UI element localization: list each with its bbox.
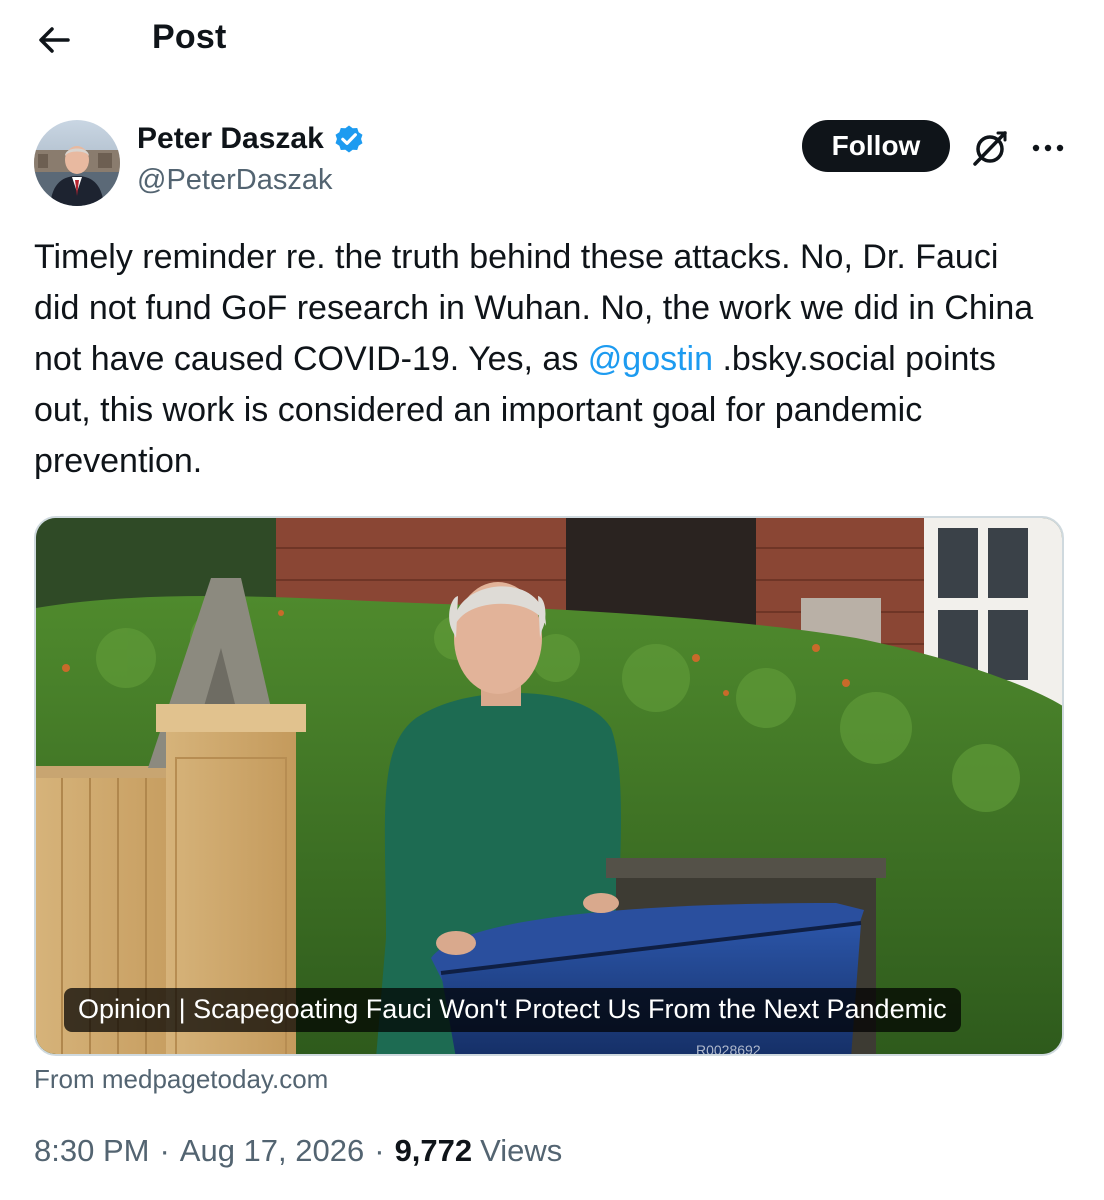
grok-icon[interactable] <box>970 128 1010 168</box>
views-count[interactable]: 9,772 <box>395 1133 473 1169</box>
follow-button[interactable]: Follow <box>802 120 950 172</box>
grok-glyph <box>973 131 1007 166</box>
card-title: Opinion | Scapegoating Fauci Won't Prote… <box>64 988 961 1032</box>
author-handle[interactable]: @PeterDaszak <box>137 164 332 197</box>
views-label[interactable]: Views <box>480 1133 562 1169</box>
page-title: Post <box>152 18 227 56</box>
meta-separator: · <box>374 1133 385 1168</box>
author-name[interactable]: Peter Daszak <box>137 122 366 156</box>
more-horizontal-icon[interactable] <box>1028 130 1068 166</box>
top-bar: Post <box>0 0 1104 84</box>
card-source-link[interactable]: From medpagetoday.com <box>34 1064 328 1095</box>
avatar[interactable] <box>34 120 120 206</box>
dots-glyph <box>1032 144 1064 152</box>
mention-link[interactable]: @gostin <box>588 340 713 378</box>
post-time[interactable]: 8:30 PM <box>34 1133 149 1169</box>
card-image: R0028692 <box>36 518 1062 1056</box>
verified-badge-icon <box>335 125 363 153</box>
author-name-text: Peter Daszak <box>137 122 324 155</box>
meta-separator: · <box>159 1133 170 1168</box>
tweet-text: Timely reminder re. the truth behind the… <box>34 232 1044 487</box>
back-button[interactable] <box>34 20 74 60</box>
bin-label: R0028692 <box>696 1042 761 1056</box>
arrow-left-icon <box>39 27 70 53</box>
post-meta: 8:30 PM · Aug 17, 2026 · 9,772 Views <box>34 1133 562 1169</box>
link-card[interactable]: R0028692 Opinion | Scapegoating Fauci Wo… <box>34 516 1064 1056</box>
post-date[interactable]: Aug 17, 2026 <box>180 1133 364 1169</box>
avatar-image <box>34 120 120 206</box>
